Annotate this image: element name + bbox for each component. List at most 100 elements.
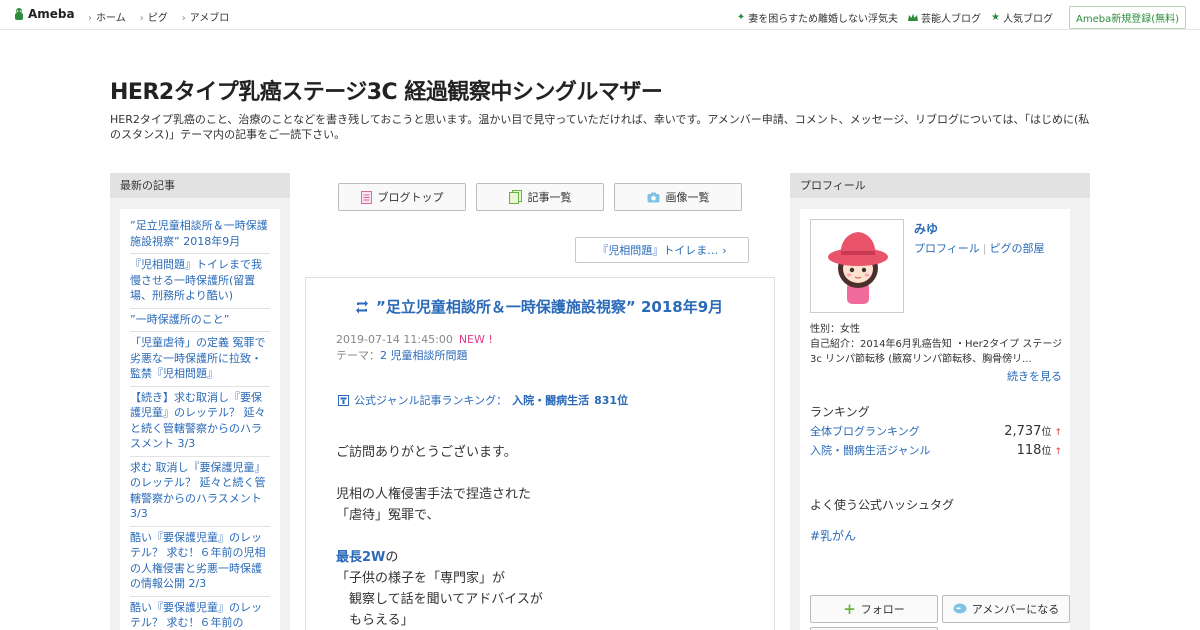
recent-article-item[interactable]: 『児相問題』トイレまで我慢させる一時保護所(留置場、刑務所より酷い) (130, 254, 270, 309)
recent-article-item[interactable]: ”足立児童相談所＆一時保護施設視察” 2018年9月 (130, 215, 270, 254)
body-line: 観察して話を聞いてアドバイスが (336, 592, 543, 607)
register-button[interactable]: Ameba新規登録(無料) (1068, 6, 1186, 29)
ranking-name[interactable]: 入院・闘病生活ジャンル (810, 442, 930, 458)
sparkle-icon: ✦ (736, 12, 746, 23)
logo-text: Ameba (28, 7, 75, 21)
popular-blog-label: 人気ブログ (1002, 14, 1053, 25)
ranking-name[interactable]: 全体ブログランキング (810, 423, 920, 439)
ranking-genre: 入院・闘病生活 (512, 394, 590, 407)
avatar[interactable] (810, 219, 904, 313)
theme-link[interactable]: 2 児童相談所問題 (380, 349, 468, 362)
theme-label: テーマ： (336, 349, 380, 362)
profile-gender: 性別：女性 (810, 324, 860, 335)
ranking-row: 全体ブログランキング 2,737位 ↑ (810, 423, 1062, 439)
ranking-unit: 位 (1041, 446, 1052, 457)
blog-tabs: ブログトップ 記事一覧 画像一覧 (338, 183, 742, 211)
ranking-icon (338, 394, 349, 406)
new-badge: NEW ! (458, 333, 493, 346)
star-icon: ★ (991, 12, 1000, 23)
global-nav: ホーム ピグ アメブロ (88, 9, 229, 24)
profile-info: 性別：女性 自己紹介：2014年6月乳癌告知 ・Her2タイプ ステージ3c リ… (810, 322, 1072, 367)
profile-links: プロフィール | ピグの部屋 (914, 240, 1045, 256)
article-meta: 2019-07-14 11:45:00 NEW ! テーマ：2 児童相談所問題 (336, 332, 493, 364)
tab-article-list[interactable]: 記事一覧 (476, 183, 604, 211)
ranking-value: 831位 (594, 394, 629, 407)
profile-link[interactable]: プロフィール (914, 242, 980, 255)
body-line: 「虐待」冤罪で、 (336, 508, 440, 523)
pigg-room-link[interactable]: ピグの部屋 (990, 242, 1045, 255)
ranking-heading: ランキング (810, 405, 870, 419)
reblog-icon[interactable] (354, 299, 370, 315)
tab-blog-top-label: ブログトップ (377, 191, 444, 204)
body-emphasis: 最長2W (336, 550, 386, 565)
article-date: 2019-07-14 11:45:00 (336, 333, 453, 346)
next-article-link[interactable]: 『児相問題』トイレま… › (575, 237, 749, 263)
chevron-right-icon: › (722, 243, 727, 257)
ranking-row: 入院・闘病生活ジャンル 118位 ↑ (810, 442, 1062, 458)
amember-icon (953, 603, 967, 614)
amember-button[interactable]: アメンバーになる (942, 595, 1070, 623)
body-line: ご訪問ありがとうございます。 (336, 445, 517, 460)
ranking-value-cell: 118位 ↑ (1017, 442, 1062, 458)
ranking-label: 公式ジャンル記事ランキング： (354, 394, 508, 407)
amember-label: アメンバーになる (971, 603, 1060, 616)
recent-article-item[interactable]: ”一時保護所のこと” (130, 309, 270, 332)
nav-home[interactable]: ホーム (88, 9, 126, 24)
separator: | (982, 242, 987, 255)
next-article-label: 『児相問題』トイレま… (597, 244, 719, 257)
body-line: 児相の人権侵害手法で捏造された (336, 487, 532, 502)
crown-icon (908, 13, 919, 21)
hashtag-link[interactable]: #乳がん (810, 527, 856, 544)
tab-article-list-label: 記事一覧 (527, 191, 572, 204)
ranking-value-cell: 2,737位 ↑ (1004, 423, 1062, 439)
follow-label: フォロー (860, 603, 905, 616)
plus-icon: + (843, 600, 856, 618)
recent-article-item[interactable]: 酷い『要保護児童』のレッテル？ 求む！６年前の児相の人権侵害と劣悪一時保護の情報… (130, 527, 270, 597)
article-list-icon (508, 190, 522, 204)
global-right-links: ✦ 妻を困らすため離婚しない浮気夫 芸能人ブログ ★ 人気ブログ Ameba新規… (737, 6, 1186, 29)
recent-article-item[interactable]: 酷い『要保護児童』のレッテル？ 求む！６年前の (130, 597, 270, 630)
recent-article-item[interactable]: 「児童虐待」の定義 冤罪で劣悪な一時保護所に拉致・監禁『児相問題』 (130, 332, 270, 387)
trend-up-icon: ↑ (1054, 428, 1062, 438)
body-line: もらえる」 (336, 613, 414, 628)
avatar-image (811, 220, 903, 312)
popular-blog-link[interactable]: ★ 人気ブログ (991, 10, 1053, 25)
hashtag-heading: よく使う公式ハッシュタグ (810, 498, 955, 512)
profile-name[interactable]: みゆ (914, 220, 938, 237)
profile-panel: プロフィール みゆ プロフィール | ピグの部屋 性別：女性 自己紹介：2014… (790, 173, 1090, 630)
trending-link[interactable]: ✦ 妻を困らすため離婚しない浮気夫 (737, 10, 898, 25)
nav-ameblo[interactable]: アメブロ (182, 9, 230, 24)
body-line: 「子供の様子を「専門家」が (336, 571, 506, 586)
recent-article-item[interactable]: 求む 取消し『要保護児童』のレッテル？ 延々と続く管轄警察からのハラスメント 3… (130, 457, 270, 527)
camera-icon (647, 192, 659, 202)
follow-button[interactable]: + フォロー (810, 595, 938, 623)
celebrity-blog-label: 芸能人ブログ (921, 14, 982, 25)
article-title-row: ”足立児童相談所＆一時保護施設視察” 2018年9月 (354, 296, 754, 318)
recent-articles-list: ”足立児童相談所＆一時保護施設視察” 2018年9月 『児相問題』トイレまで我慢… (120, 209, 280, 630)
read-more-link[interactable]: 続きを見る (1007, 368, 1062, 384)
article-title[interactable]: ”足立児童相談所＆一時保護施設視察” 2018年9月 (376, 296, 723, 318)
profile-box: みゆ プロフィール | ピグの部屋 性別：女性 自己紹介：2014年6月乳癌告知 ・… (800, 209, 1070, 630)
ranking-number: 118 (1016, 443, 1042, 458)
tab-blog-top[interactable]: ブログトップ (338, 183, 466, 211)
body-line: の (385, 550, 399, 565)
nav-pigg[interactable]: ピグ (140, 9, 168, 24)
blog-title[interactable]: HER2タイプ乳癌ステージ3C 経過観察中シングルマザー (110, 74, 663, 106)
article: ”足立児童相談所＆一時保護施設視察” 2018年9月 2019-07-14 11… (305, 277, 775, 630)
genre-ranking[interactable]: 公式ジャンル記事ランキング： 入院・闘病生活 831位 (338, 392, 628, 408)
global-header: Ameba ホーム ピグ アメブロ ✦ 妻を困らすため離婚しない浮気夫 芸能人ブ… (0, 0, 1200, 30)
profile-intro: 自己紹介：2014年6月乳癌告知 ・Her2タイプ ステージ3c リンパ節転移 … (810, 339, 1063, 365)
blog-top-icon (360, 190, 372, 204)
article-body: ご訪問ありがとうございます。 児相の人権侵害手法で捏造された 「虐待」冤罪で、 … (336, 442, 736, 630)
tab-image-list-label: 画像一覧 (665, 191, 710, 204)
celebrity-blog-link[interactable]: 芸能人ブログ (908, 10, 981, 25)
trending-link-label: 妻を困らすため離婚しない浮気夫 (748, 14, 899, 25)
recent-article-item[interactable]: 【続き】求む取消し『要保護児童』のレッテル？ 延々と続く管轄警察からのハラスメン… (130, 387, 270, 457)
recent-articles-heading: 最新の記事 (110, 173, 290, 198)
ameba-logo[interactable]: Ameba (12, 7, 75, 21)
trend-up-icon: ↑ (1054, 447, 1062, 457)
ranking-number: 2,737 (1004, 424, 1042, 439)
tab-image-list[interactable]: 画像一覧 (614, 183, 742, 211)
blog-description: HER2タイプ乳癌のこと、治療のことなどを書き残しておこうと思います。温かい目で… (110, 113, 1090, 141)
recent-articles-panel: 最新の記事 ”足立児童相談所＆一時保護施設視察” 2018年9月 『児相問題』ト… (110, 173, 290, 630)
